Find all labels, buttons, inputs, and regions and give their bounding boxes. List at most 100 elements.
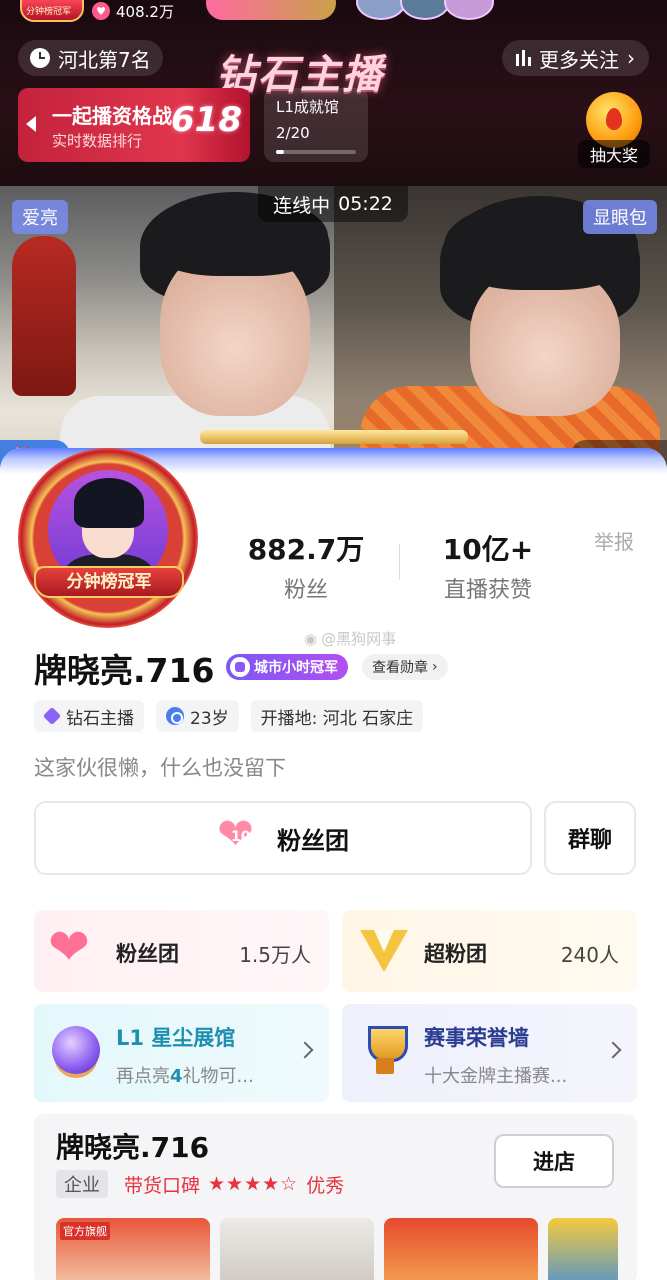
gift-banner[interactable] [206, 0, 336, 20]
pk-bar-decoration [200, 430, 468, 444]
clock-icon [30, 48, 50, 68]
product-tag: 官方旗舰 [60, 1222, 110, 1240]
view-medals-button[interactable]: 查看勋章 › [362, 654, 448, 680]
honor-wall-card[interactable]: 赛事荣誉墙 十大金牌主播赛... [342, 1004, 637, 1102]
live-header: 分钟榜冠军 ♥ 408.2万 河北第7名 钻石主播 更多关注 › 一起播资格战 … [0, 0, 667, 186]
chevron-right-icon [296, 1041, 314, 1059]
enter-shop-button[interactable]: 进店 [494, 1134, 614, 1188]
figure-decoration [12, 236, 76, 396]
arrow-left-icon [26, 116, 36, 132]
avatar[interactable]: 分钟榜冠军 [18, 448, 200, 634]
honor-card-sub: 十大金牌主播赛... [424, 1066, 568, 1087]
tag-label: 开播地: 河北 石家庄 [260, 708, 414, 729]
left-streamer-tag[interactable]: 爱亮 [12, 200, 68, 234]
connect-timer: 连线中 05:22 [258, 186, 408, 222]
more-follow-button[interactable]: 更多关注 › [502, 40, 649, 76]
likes-stat: 10亿+ 直播获赞 [420, 528, 556, 604]
right-streamer-tag[interactable]: 显眼包 [583, 200, 657, 234]
v-icon [360, 926, 408, 974]
rating-stars: ★★★★☆ [208, 1173, 299, 1195]
live-video[interactable]: 爱亮 显眼包 连线中 05:22 🎁 22 天宫·716 [0, 186, 667, 486]
fans-label: 粉丝 [283, 578, 328, 603]
city-badge-label: 城市小时冠军 [254, 660, 338, 676]
l1-title: L1成就馆 [276, 98, 339, 116]
shop-name: 牌晓亮.716 [56, 1131, 210, 1164]
honor-card-title: 赛事荣誉墙 [424, 1026, 529, 1050]
enterprise-badge: 企业 [56, 1170, 108, 1198]
tag-diamond[interactable]: 钻石主播 [34, 700, 144, 732]
audience-avatars[interactable] [356, 0, 494, 20]
l1-progress-text: 2/20 [276, 124, 310, 142]
super-card-title: 超粉团 [424, 942, 487, 966]
tag-age: 23岁 [156, 700, 239, 732]
avatar[interactable] [356, 0, 406, 20]
group-chat-button[interactable]: 群聊 [544, 801, 636, 875]
divider [399, 544, 400, 580]
heart-icon: ♥ [92, 2, 110, 20]
product-card[interactable] [548, 1218, 618, 1280]
crown-badge[interactable]: 分钟榜冠军 [20, 0, 84, 22]
connect-time: 05:22 [338, 193, 393, 215]
lottery-button[interactable]: 抽大奖 [578, 90, 650, 168]
reputation-row: 带货口碑 ★★★★☆ 优秀 [124, 1170, 344, 1198]
bio-text: 这家伙很懒，什么也没留下 [34, 756, 286, 780]
streamer-name: 牌晓亮.716 [34, 651, 215, 690]
city-champion-badge[interactable]: 城市小时冠军 [226, 654, 348, 680]
super-card-count: 240人 [560, 943, 619, 967]
product-card[interactable] [220, 1218, 374, 1280]
likes-label: 直播获赞 [443, 578, 532, 603]
shop-section: 牌晓亮.716 企业 带货口碑 ★★★★☆ 优秀 进店 官方旗舰 [34, 1114, 637, 1280]
fan-club-button[interactable]: 10 粉丝团 [34, 801, 532, 875]
tag-location: 开播地: 河北 石家庄 [250, 700, 424, 732]
crystal-orb-icon [52, 1026, 100, 1074]
l1-achievement-card[interactable]: L1成就馆 2/20 [264, 88, 368, 162]
fan-club-card[interactable]: ❤ 粉丝团 1.5万人 [34, 910, 329, 992]
event-logo: 618 [171, 100, 242, 140]
lottery-label: 抽大奖 [578, 140, 650, 168]
super-fan-card[interactable]: 超粉团 240人 [342, 910, 637, 992]
heart-icon: ❤ [48, 918, 90, 976]
battle-subtitle: 实时数据排行 [52, 132, 143, 150]
weibo-icon: ◉ [304, 629, 318, 648]
product-list: 官方旗舰 [56, 1218, 618, 1280]
diamond-icon [42, 706, 62, 726]
likes-value: 408.2万 [116, 2, 174, 21]
l1-card-sub: 再点亮4礼物可... [116, 1066, 254, 1087]
fan-level-heart-icon: 10 [217, 813, 263, 857]
fan-card-title: 粉丝团 [116, 942, 179, 966]
battle-banner[interactable]: 一起播资格战 实时数据排行 618 [18, 88, 250, 162]
avatar[interactable] [400, 0, 450, 20]
watermark-text: @黑狗网事 [321, 630, 397, 648]
city-rank-pill[interactable]: 河北第7名 [18, 40, 163, 76]
more-follow-label: 更多关注 [539, 47, 619, 72]
battle-title: 一起播资格战 [52, 104, 172, 128]
likes-count: 10亿+ [442, 533, 534, 566]
l1-card-title: L1 星尘展馆 [116, 1026, 236, 1050]
l1-progress-bar [276, 150, 356, 154]
avatar-banner: 分钟榜冠军 [34, 566, 184, 598]
fan-level: 10 [231, 829, 251, 845]
fan-club-label: 粉丝团 [277, 826, 349, 855]
profile-tags: 钻石主播 23岁 开播地: 河北 石家庄 [34, 700, 424, 732]
bars-icon [516, 50, 531, 66]
male-icon [166, 707, 184, 725]
connect-label: 连线中 [273, 194, 331, 217]
fan-card-count: 1.5万人 [239, 943, 311, 967]
chevron-right-icon: › [432, 659, 438, 675]
reputation-label: 带货口碑 [124, 1174, 201, 1197]
fans-count: 882.7万 [247, 533, 365, 566]
badge-icon [230, 657, 250, 677]
tag-label: 钻石主播 [66, 708, 134, 729]
fans-stat[interactable]: 882.7万 粉丝 [236, 528, 376, 604]
trophy-icon [360, 1026, 410, 1076]
crown-badge-label: 分钟榜冠军 [26, 7, 72, 17]
chevron-right-icon [604, 1041, 622, 1059]
chevron-right-icon: › [627, 46, 635, 70]
avatar[interactable] [444, 0, 494, 20]
report-button[interactable]: 举报 [594, 526, 634, 555]
l1-gallery-card[interactable]: L1 星尘展馆 再点亮4礼物可... [34, 1004, 329, 1102]
view-medals-label: 查看勋章 [372, 660, 428, 676]
product-card[interactable]: 官方旗舰 [56, 1218, 210, 1280]
product-card[interactable] [384, 1218, 538, 1280]
likes-counter: ♥ 408.2万 [92, 0, 174, 22]
